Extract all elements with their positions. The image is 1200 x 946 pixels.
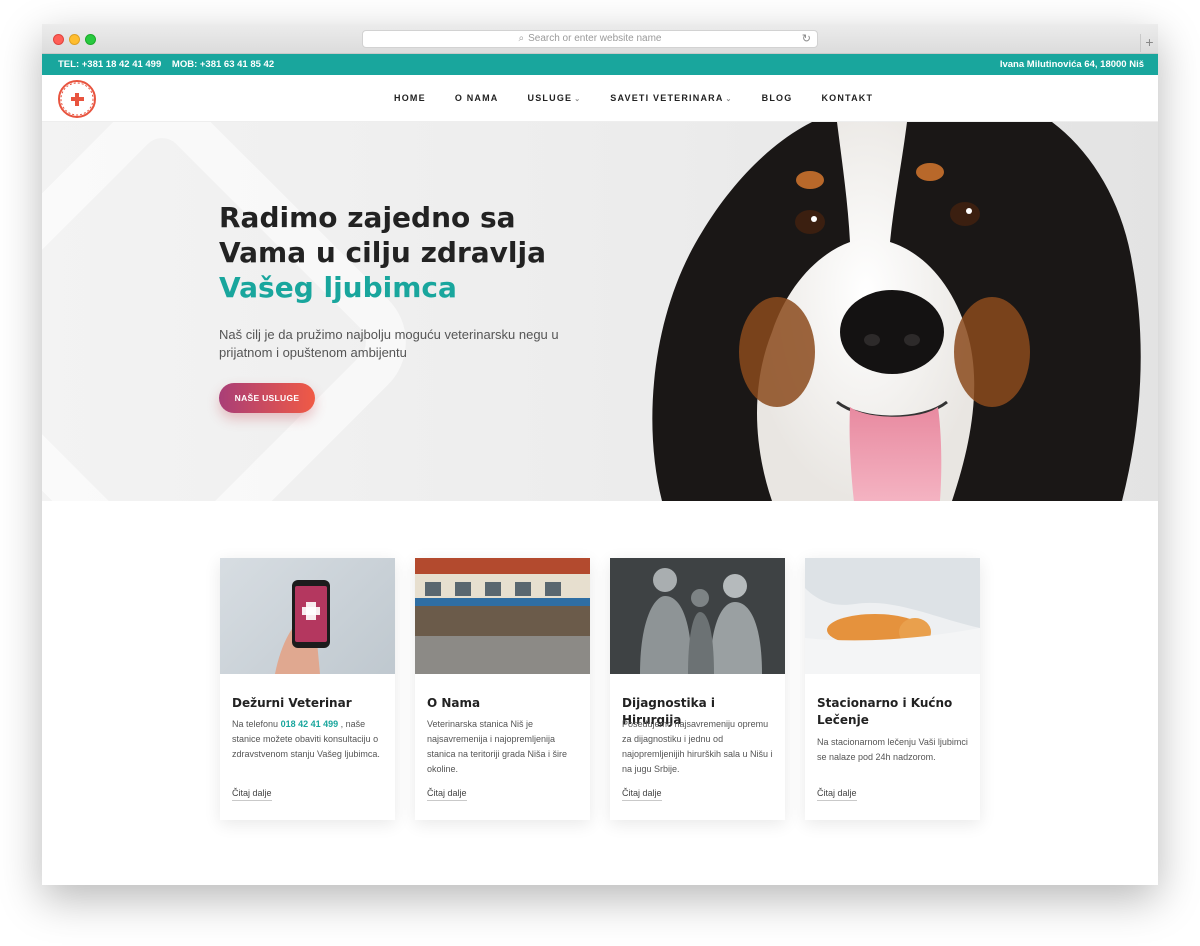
medical-cross-icon (71, 93, 84, 106)
nav-item-kontakt[interactable]: KONTAKT (821, 93, 873, 103)
nav-item-usluge[interactable]: USLUGE ⌄ (528, 93, 582, 103)
minimize-window-icon[interactable] (69, 34, 80, 45)
card-dijagnostika-hirurgija[interactable]: Dijagnostika i Hirurgija Posedujemo najs… (610, 558, 785, 820)
nav-item-o-nama[interactable]: O NAMA (455, 93, 499, 103)
services-cta-button[interactable]: NAŠE USLUGE (219, 383, 315, 413)
card-text: Na telefonu 018 42 41 499 , naše stanice… (232, 719, 380, 759)
reload-icon[interactable]: ↻ (802, 31, 811, 47)
chevron-down-icon: ⌄ (725, 96, 733, 103)
phone-number[interactable]: TEL: +381 18 42 41 499 (58, 59, 161, 70)
read-more-link[interactable]: Čitaj dalje (232, 788, 272, 801)
contact-topbar: TEL: +381 18 42 41 499 MOB: +381 63 41 8… (42, 54, 1158, 75)
hero-section: Radimo zajedno sa Vama u cilju zdravlja … (42, 122, 1158, 501)
card-image-building (415, 558, 590, 674)
browser-toolbar: ⌕ Search or enter website name ↻ + (42, 24, 1158, 54)
card-image-phone (220, 558, 395, 674)
dog-photo (652, 122, 1141, 501)
card-text: Na stacionarnom lečenju Vaši ljubimci se… (817, 737, 968, 762)
card-phone-link[interactable]: 018 42 41 499 (281, 719, 339, 729)
close-window-icon[interactable] (53, 34, 64, 45)
hero-subtitle: Naš cilj je da pružimo najbolju moguću v… (219, 327, 559, 360)
card-image-surgery (610, 558, 785, 674)
card-title: Stacionarno i Kućno Lečenje (817, 696, 953, 727)
card-title: Dežurni Veterinar (232, 696, 352, 710)
nav-item-home[interactable]: HOME (394, 93, 426, 103)
search-icon: ⌕ (518, 33, 525, 44)
card-o-nama[interactable]: O Nama Veterinarska stanica Niš je najsa… (415, 558, 590, 820)
card-stacionarno-lecenje[interactable]: Stacionarno i Kućno Lečenje Na stacionar… (805, 558, 980, 820)
read-more-link[interactable]: Čitaj dalje (817, 788, 857, 801)
address-bar-placeholder: Search or enter website name (528, 33, 662, 44)
background-shape (42, 122, 431, 501)
maximize-window-icon[interactable] (85, 34, 96, 45)
surgeons-icon (610, 558, 785, 674)
card-text: Posedujemo najsavremeniju opremu za dija… (622, 719, 773, 774)
services-cards: Dežurni Veterinar Na telefonu 018 42 41 … (220, 558, 1000, 820)
card-dezurni-veterinar[interactable]: Dežurni Veterinar Na telefonu 018 42 41 … (220, 558, 395, 820)
clinic-building-icon (415, 558, 590, 674)
card-text: Veterinarska stanica Niš je najsavremeni… (427, 719, 568, 774)
card-image-cat (805, 558, 980, 674)
read-more-link[interactable]: Čitaj dalje (622, 788, 662, 801)
new-tab-icon[interactable]: + (1140, 34, 1158, 52)
site-logo[interactable] (58, 80, 96, 118)
nav-item-saveti-veterinara[interactable]: SAVETI VETERINARA ⌄ (610, 93, 732, 103)
nav-item-blog[interactable]: BLOG (762, 93, 793, 103)
browser-window: ⌕ Search or enter website name ↻ + TEL: +… (42, 24, 1158, 885)
mobile-number[interactable]: MOB: +381 63 41 85 42 (172, 59, 274, 70)
hero-title-accent: Vašeg ljubimca (219, 271, 457, 304)
read-more-link[interactable]: Čitaj dalje (427, 788, 467, 801)
address-bar[interactable]: ⌕ Search or enter website name ↻ (362, 30, 818, 48)
nav-menu: HOME O NAMA USLUGE ⌄ SAVETI VETERINARA ⌄ B… (394, 93, 902, 103)
hero-title: Radimo zajedno sa Vama u cilju zdravlja … (219, 200, 619, 305)
hero-title-line2: Vama u cilju zdravlja (219, 236, 546, 269)
phone-in-hand-icon (275, 580, 330, 674)
main-navbar: HOME O NAMA USLUGE ⌄ SAVETI VETERINARA ⌄ B… (42, 75, 1158, 122)
sleeping-cat-icon (805, 558, 980, 674)
address-text: Ivana Milutinovića 64, 18000 Niš (999, 59, 1144, 70)
chevron-down-icon: ⌄ (574, 96, 582, 103)
card-title: O Nama (427, 696, 481, 710)
hero-title-line1: Radimo zajedno sa (219, 201, 516, 234)
